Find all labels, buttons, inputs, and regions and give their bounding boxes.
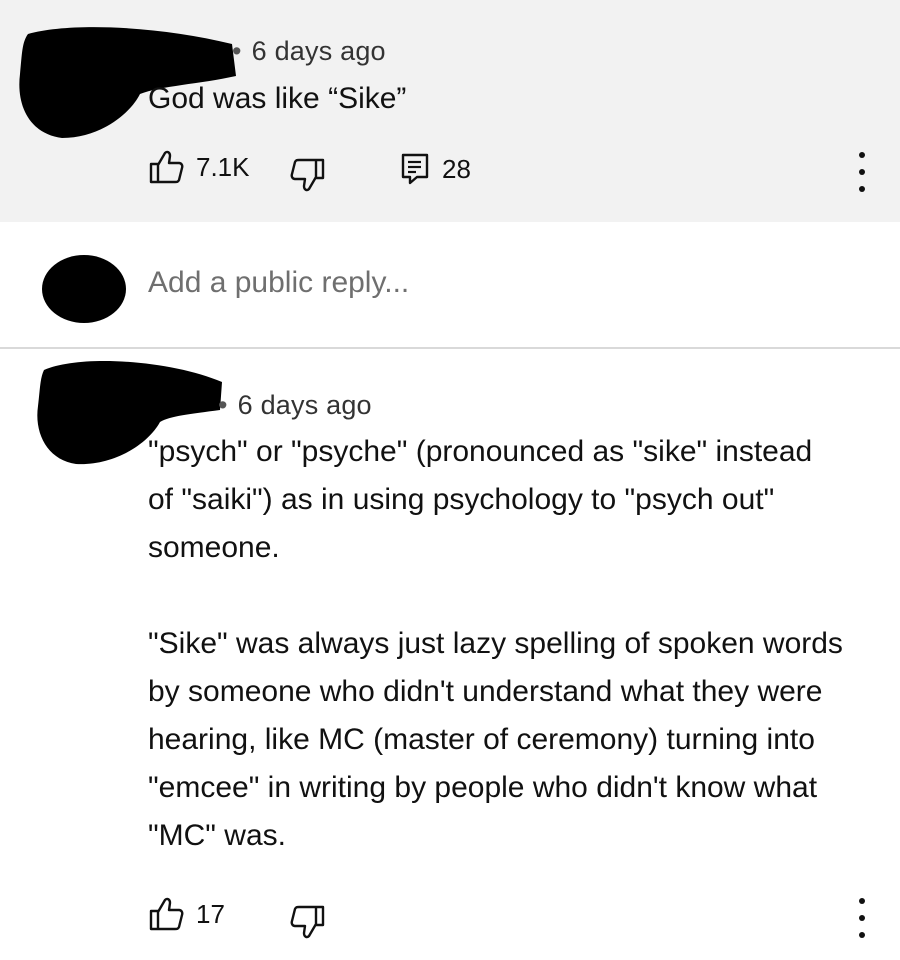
more-options-button[interactable] [847, 152, 877, 192]
comment-line: God was like “Sike” [148, 82, 407, 115]
dislike-button[interactable] [290, 158, 326, 192]
like-button[interactable]: 17 [148, 897, 225, 931]
timestamp-text: 6 days ago [237, 390, 372, 420]
comment-line: "Sike" was always just lazy spelling of … [148, 627, 843, 660]
comment-timestamp: • 6 days ago [218, 390, 372, 420]
dislike-button[interactable] [290, 905, 326, 939]
comment-line [148, 572, 843, 620]
more-vert-icon-dot [859, 932, 865, 938]
more-vert-icon-dot [859, 186, 865, 192]
more-vert-icon-dot [859, 152, 865, 158]
comment-text: "psych" or "psyche" (pronounced as "sike… [148, 428, 843, 860]
comment-icon [401, 153, 429, 185]
comment-line: "emcee" in writing by people who didn't … [148, 771, 818, 804]
comment-line: "MC" was. [148, 819, 286, 852]
thumbs-up-icon [149, 897, 184, 931]
like-count: 17 [196, 898, 225, 929]
more-vert-icon-dot [859, 169, 865, 175]
like-count: 7.1K [196, 151, 250, 182]
timestamp-text: 6 days ago [251, 36, 386, 66]
comment-line: someone. [148, 531, 280, 564]
thumbs-up-icon [149, 150, 184, 184]
more-vert-icon-dot [859, 898, 865, 904]
like-button[interactable]: 7.1K [148, 150, 250, 184]
avatar [42, 255, 126, 323]
more-options-button[interactable] [847, 898, 877, 938]
comment-line: hearing, like MC (master of ceremony) tu… [148, 723, 815, 756]
more-vert-icon-dot [859, 915, 865, 921]
reply-input[interactable]: Add a public reply... [148, 266, 409, 300]
reply-input-row[interactable]: Add a public reply... [0, 222, 900, 348]
comment-line: "psych" or "psyche" (pronounced as "sike… [148, 435, 813, 468]
thumbs-down-icon [290, 905, 325, 939]
comment-timestamp: • 6 days ago [232, 36, 386, 66]
divider [0, 347, 900, 349]
replies-button[interactable]: 28 [400, 152, 471, 186]
comment-line: of "saiki") as in using psychology to "p… [148, 483, 775, 516]
comment-line: by someone who didn't understand what th… [148, 675, 823, 708]
thumbs-down-icon [290, 158, 325, 192]
highlighted-comment: • 6 days ago God was like “Sike” 7.1K 28 [0, 0, 900, 222]
comment-text: God was like “Sike” [148, 75, 406, 123]
reply-count: 28 [442, 153, 471, 184]
